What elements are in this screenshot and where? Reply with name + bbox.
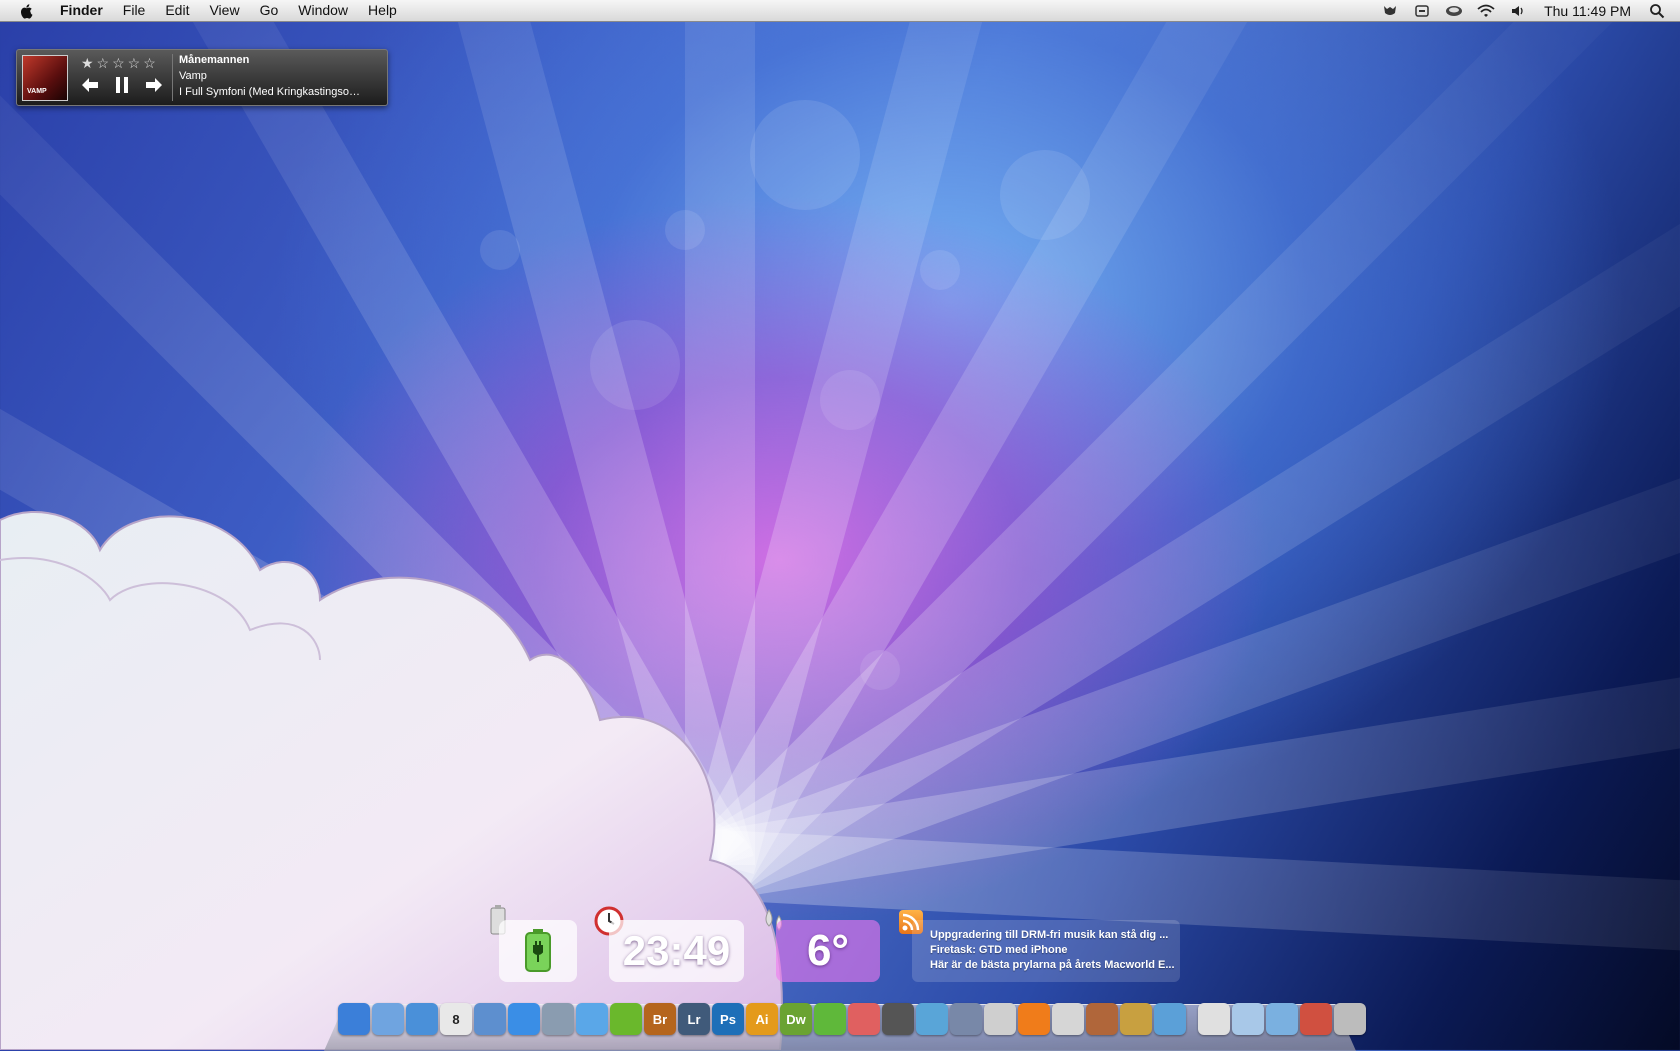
ical-icon[interactable]: 8 bbox=[440, 1003, 472, 1035]
mail-icon[interactable] bbox=[372, 1003, 404, 1035]
system-prefs-icon[interactable] bbox=[1154, 1003, 1186, 1035]
previous-track-icon[interactable] bbox=[81, 76, 99, 94]
volume-icon[interactable] bbox=[1509, 4, 1527, 18]
finder-icon[interactable] bbox=[338, 1003, 370, 1035]
rating-stars[interactable]: ★☆☆☆☆ bbox=[81, 55, 159, 72]
display-icon[interactable] bbox=[1413, 4, 1431, 18]
menu-help[interactable]: Help bbox=[358, 0, 407, 21]
wifi-icon[interactable] bbox=[1477, 4, 1495, 18]
leaf-icon[interactable] bbox=[814, 1003, 846, 1035]
stack-icon[interactable] bbox=[1300, 1003, 1332, 1035]
menu-view[interactable]: View bbox=[199, 0, 249, 21]
ipod-icon[interactable] bbox=[984, 1003, 1016, 1035]
news-item[interactable]: Här är de bästa prylarna på årets Macwor… bbox=[930, 958, 1180, 973]
track-artist: Vamp bbox=[179, 70, 207, 82]
illustrator-icon[interactable]: Ai bbox=[746, 1003, 778, 1035]
pause-icon[interactable] bbox=[113, 76, 131, 94]
apple-menu-icon[interactable] bbox=[18, 2, 36, 20]
preview-icon[interactable] bbox=[542, 1003, 574, 1035]
vlc-icon[interactable] bbox=[1018, 1003, 1050, 1035]
spotlight-icon[interactable] bbox=[1648, 3, 1666, 18]
photoshop-icon[interactable]: Ps bbox=[712, 1003, 744, 1035]
news-item[interactable]: Firetask: GTD med iPhone bbox=[930, 943, 1180, 958]
battery-charging-icon bbox=[525, 929, 551, 972]
lightroom-icon[interactable]: Lr bbox=[678, 1003, 710, 1035]
ichat-icon[interactable] bbox=[508, 1003, 540, 1035]
time-widget[interactable]: 23:49 bbox=[609, 920, 744, 982]
dock-separator bbox=[1188, 1003, 1196, 1037]
growl-icon[interactable] bbox=[1381, 4, 1399, 18]
menu-bar: Finder File Edit View Go Window Help Thu… bbox=[0, 0, 1680, 22]
wordpress-icon[interactable] bbox=[916, 1003, 948, 1035]
menu-file[interactable]: File bbox=[113, 0, 156, 21]
downloads-stack-icon[interactable] bbox=[1232, 1003, 1264, 1035]
photo-booth-icon[interactable] bbox=[882, 1003, 914, 1035]
trash-icon[interactable] bbox=[1334, 1003, 1366, 1035]
dock: 8 Br Lr Ps Ai Dw bbox=[338, 1003, 1366, 1037]
transmit-icon[interactable] bbox=[1120, 1003, 1152, 1035]
dreamweaver-icon[interactable]: Dw bbox=[780, 1003, 812, 1035]
safari-icon[interactable] bbox=[406, 1003, 438, 1035]
album-art[interactable]: VAMP bbox=[22, 55, 68, 101]
news-feed-widget: Uppgradering till DRM-fri musik kan stå … bbox=[912, 920, 1180, 982]
widget-divider bbox=[172, 54, 173, 101]
menu-extras: Thu 11:49 PM bbox=[1374, 0, 1680, 21]
now-playing-widget: VAMP ★☆☆☆☆ Månemannen Vamp I Full Symfon… bbox=[16, 49, 388, 106]
battery-widget[interactable] bbox=[499, 920, 577, 982]
itunes-icon[interactable] bbox=[576, 1003, 608, 1035]
menu-app-name[interactable]: Finder bbox=[50, 0, 113, 21]
spotify-icon[interactable] bbox=[610, 1003, 642, 1035]
news-item[interactable]: Uppgradering till DRM-fri musik kan stå … bbox=[930, 928, 1180, 943]
applications-stack-icon[interactable] bbox=[1266, 1003, 1298, 1035]
css-edit-icon[interactable] bbox=[848, 1003, 880, 1035]
time-machine-icon[interactable] bbox=[1445, 4, 1463, 18]
track-title: Månemannen bbox=[179, 54, 250, 66]
menu-go[interactable]: Go bbox=[250, 0, 289, 21]
documents-stack-icon[interactable] bbox=[1198, 1003, 1230, 1035]
address-book-icon[interactable] bbox=[474, 1003, 506, 1035]
menu-window[interactable]: Window bbox=[288, 0, 358, 21]
next-track-icon[interactable] bbox=[145, 76, 163, 94]
bridge-icon[interactable]: Br bbox=[644, 1003, 676, 1035]
script-editor-icon[interactable] bbox=[950, 1003, 982, 1035]
album-art-label: VAMP bbox=[27, 88, 47, 95]
track-album: I Full Symfoni (Med Kringkastingso… bbox=[179, 86, 360, 98]
menu-clock[interactable]: Thu 11:49 PM bbox=[1534, 3, 1641, 19]
playback-controls bbox=[81, 76, 163, 94]
textedit-icon[interactable] bbox=[1052, 1003, 1084, 1035]
weather-widget[interactable]: 6° bbox=[776, 920, 880, 982]
keynote-icon[interactable] bbox=[1086, 1003, 1118, 1035]
menu-edit[interactable]: Edit bbox=[155, 0, 199, 21]
